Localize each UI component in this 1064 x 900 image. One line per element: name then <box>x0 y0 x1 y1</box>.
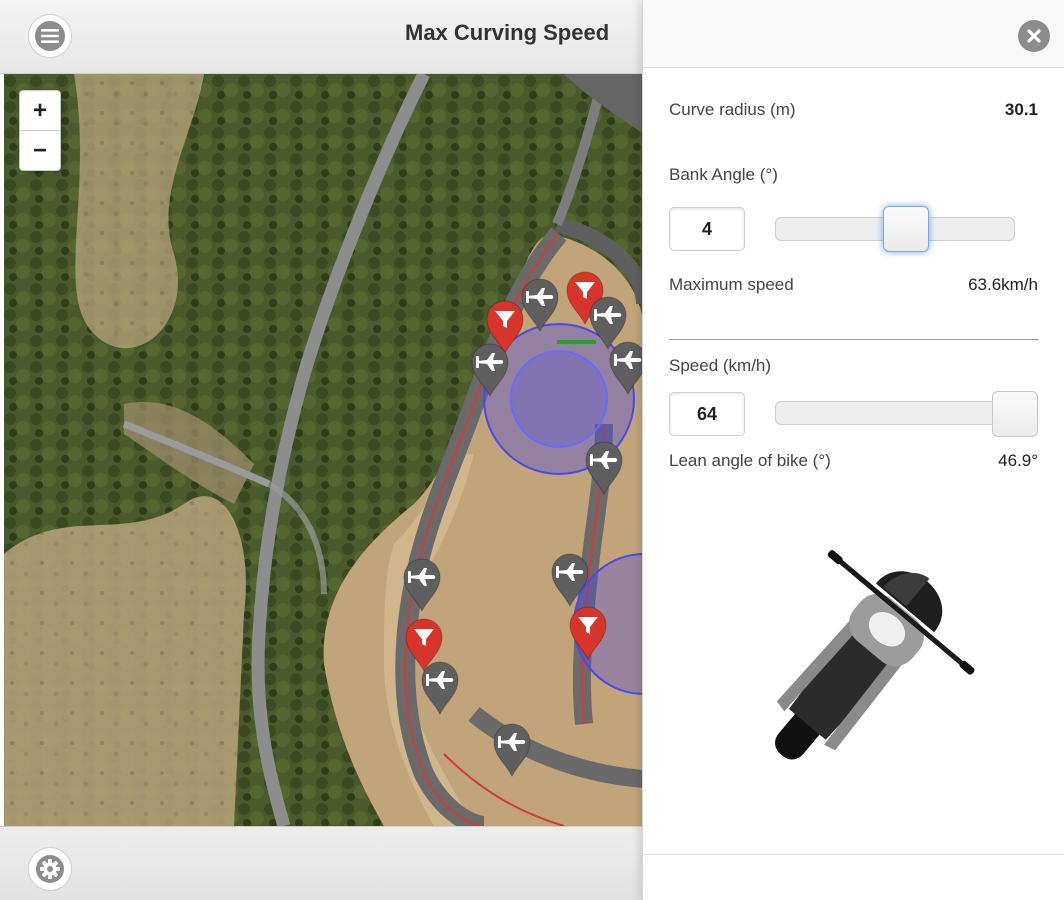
lean-angle-value: 46.9° <box>998 451 1038 470</box>
max-speed-label: Maximum speed <box>669 275 794 294</box>
plane-marker-icon[interactable] <box>400 557 444 613</box>
bank-angle-label: Bank Angle (°) <box>669 165 778 184</box>
speed-label: Speed (km/h) <box>669 356 772 375</box>
zoom-in-button[interactable]: + <box>20 91 60 130</box>
close-button[interactable] <box>1018 20 1050 52</box>
zoom-control: + − <box>19 90 61 171</box>
filter-marker-icon[interactable] <box>566 605 610 661</box>
close-icon <box>1027 29 1041 43</box>
satellite-map[interactable]: + − <box>4 74 644 826</box>
plane-marker-icon[interactable] <box>418 660 462 716</box>
max-speed-value: 63.6km/h <box>968 275 1038 294</box>
panel-footer-line <box>643 854 1064 855</box>
plane-marker-icon[interactable] <box>468 342 512 398</box>
bank-angle-slider-handle[interactable] <box>882 206 929 252</box>
map-terrain <box>4 74 644 826</box>
panel-header <box>643 0 1064 68</box>
settings-button[interactable] <box>28 847 72 891</box>
curve-radius-value: 30.1 <box>1004 100 1038 119</box>
plane-marker-icon[interactable] <box>490 722 534 778</box>
plane-marker-icon[interactable] <box>548 552 592 608</box>
page-title: Max Curving Speed <box>405 20 610 45</box>
zoom-out-button[interactable]: − <box>20 130 60 170</box>
speed-slider-handle[interactable] <box>992 391 1038 437</box>
speed-slider[interactable] <box>775 391 1038 437</box>
bank-angle-input[interactable] <box>669 207 745 251</box>
calculator-panel: Curve radius (m) 30.1 Bank Angle (°) Max… <box>642 0 1064 900</box>
speed-input[interactable] <box>669 392 745 436</box>
plane-marker-icon[interactable] <box>606 340 644 396</box>
gear-icon <box>36 855 64 883</box>
lean-angle-label: Lean angle of bike (°) <box>669 451 831 470</box>
menu-button[interactable] <box>28 14 72 58</box>
bank-angle-slider[interactable] <box>775 206 1015 252</box>
motorcycle-lean-illustration <box>775 550 975 760</box>
curve-radius-label: Curve radius (m) <box>669 100 796 119</box>
hamburger-menu-icon <box>35 21 65 51</box>
plane-marker-icon[interactable] <box>582 440 626 496</box>
section-divider <box>669 339 1039 340</box>
